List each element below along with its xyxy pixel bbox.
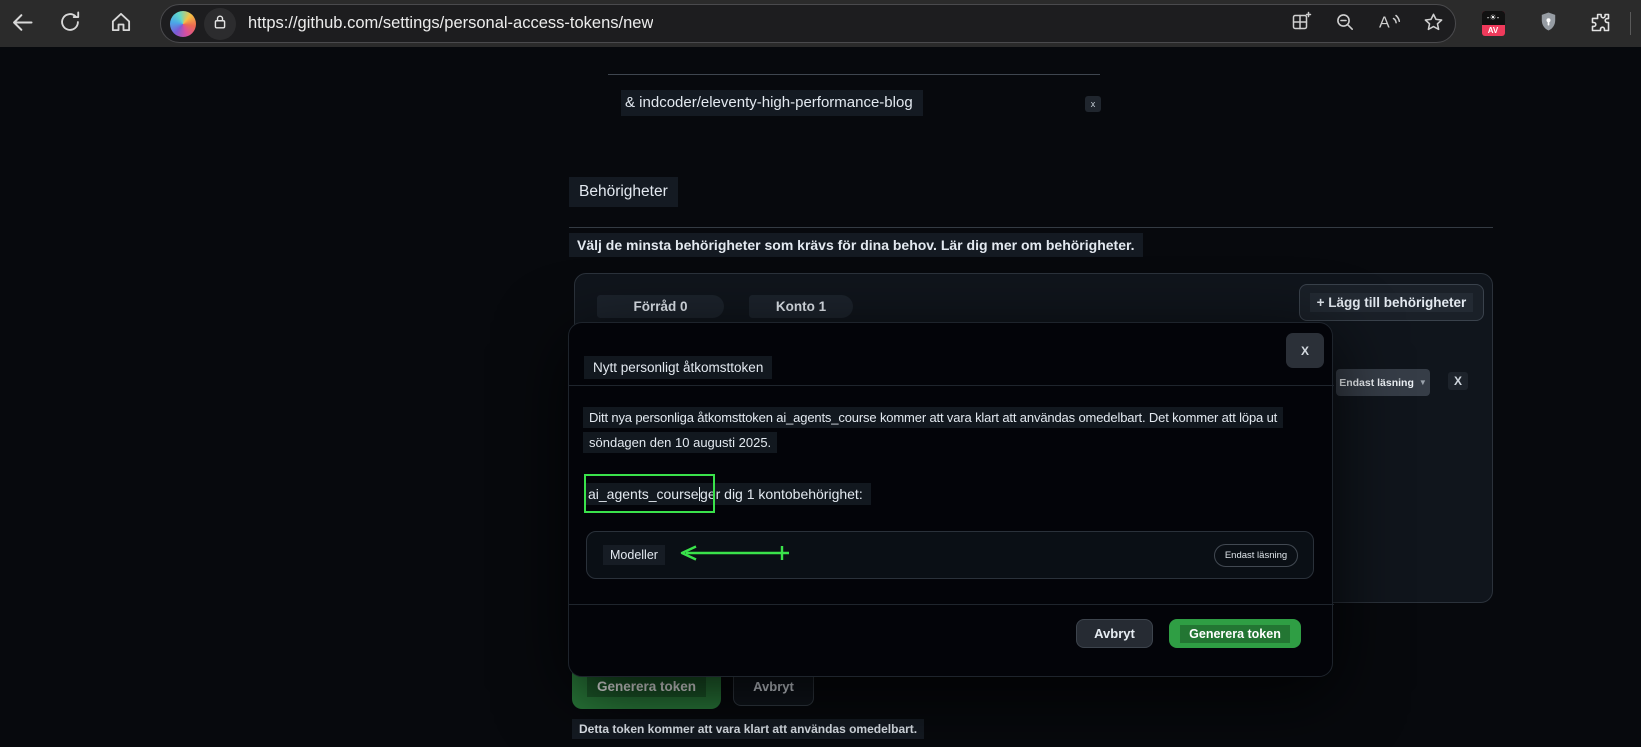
url-text[interactable]: https://github.com/settings/personal-acc… (248, 14, 653, 33)
copilot-icon[interactable] (170, 10, 196, 37)
access-level-value: Endast läsning (1339, 376, 1414, 389)
annotation-arrow (673, 542, 795, 569)
address-bar[interactable]: https://github.com/settings/personal-acc… (160, 4, 1456, 43)
permission-access-pill[interactable]: Endast läsning (1214, 544, 1298, 567)
remove-repo-button[interactable]: x (1085, 96, 1101, 112)
home-icon (108, 9, 134, 38)
av-extension-label: AV (1487, 26, 1499, 35)
add-permissions-label: + Lägg till behörigheter (1309, 293, 1474, 312)
token-summary-suffix: ger dig 1 kontobehörighet: (700, 486, 863, 502)
chevron-down-icon: ▼ (1418, 378, 1427, 387)
av-extension-glyph: -☀- (1481, 11, 1505, 25)
modal-close-button[interactable]: X (1286, 333, 1324, 368)
refresh-button[interactable] (50, 0, 90, 47)
read-aloud-button[interactable]: A (1367, 4, 1411, 43)
back-arrow-icon (9, 9, 36, 39)
browser-toolbar: https://github.com/settings/personal-acc… (0, 0, 1641, 47)
modal-intro-line2: söndagen den 10 augusti 2025. (583, 432, 778, 453)
refresh-icon (57, 9, 83, 38)
split-screen-icon (1289, 10, 1313, 37)
site-info-button[interactable] (204, 7, 236, 40)
modal-header-divider (569, 385, 1334, 386)
modal-cancel-button[interactable]: Avbryt (1076, 619, 1153, 648)
section-divider (569, 227, 1493, 228)
top-divider (608, 74, 1100, 75)
generate-token-label: Generera token (586, 676, 707, 697)
modal-intro-line1: Ditt nya personliga åtkomsttoken ai_agen… (583, 407, 1284, 428)
selected-repo-label: & indcoder/eleventy-high-performance-blo… (621, 90, 923, 116)
modal-title: Nytt personligt åtkomsttoken (584, 356, 773, 379)
extensions-button[interactable] (1580, 0, 1620, 47)
back-button[interactable] (2, 0, 42, 47)
av-extension-icon: -☀- AV (1481, 11, 1505, 36)
add-permissions-button[interactable]: + Lägg till behörigheter (1299, 284, 1484, 321)
zoom-out-button[interactable] (1323, 4, 1367, 43)
toolbar-divider (1630, 12, 1631, 35)
modal-generate-label: Generera token (1180, 624, 1290, 643)
permissions-heading: Behörigheter (569, 177, 678, 207)
favorite-button[interactable] (1411, 4, 1455, 43)
permission-name: Modeller (603, 545, 665, 565)
annotation-highlight-box (584, 474, 715, 513)
av-extension-button[interactable]: -☀- AV (1473, 0, 1513, 47)
tab-repositories[interactable]: Förråd 0 (597, 295, 724, 318)
github-page: & indcoder/eleventy-high-performance-blo… (0, 47, 1641, 747)
remove-permission-button[interactable]: X (1448, 372, 1469, 390)
star-icon (1421, 10, 1446, 38)
shield-icon (1537, 10, 1560, 38)
tab-account[interactable]: Konto 1 (749, 295, 853, 318)
home-button[interactable] (101, 0, 141, 47)
modal-footer-divider (569, 604, 1334, 605)
svg-text:A: A (1379, 15, 1390, 32)
modal-generate-button[interactable]: Generera token (1169, 619, 1301, 648)
permissions-description: Välj de minsta behörigheter som krävs fö… (569, 233, 1143, 257)
browser-window: https://github.com/settings/personal-acc… (0, 0, 1641, 747)
zoom-out-icon (1333, 10, 1357, 37)
split-screen-button[interactable] (1279, 4, 1323, 43)
puzzle-icon (1588, 10, 1613, 38)
permission-row-card: Modeller Endast läsning (586, 531, 1314, 579)
read-aloud-icon: A (1376, 10, 1402, 37)
privacy-shield-button[interactable] (1528, 0, 1568, 47)
lock-icon (210, 12, 230, 35)
token-ready-note: Detta token kommer att vara klart att an… (572, 719, 925, 739)
new-token-modal: Nytt personligt åtkomsttoken X Ditt nya … (568, 322, 1334, 677)
access-level-dropdown[interactable]: Endast läsning ▼ (1336, 369, 1430, 396)
